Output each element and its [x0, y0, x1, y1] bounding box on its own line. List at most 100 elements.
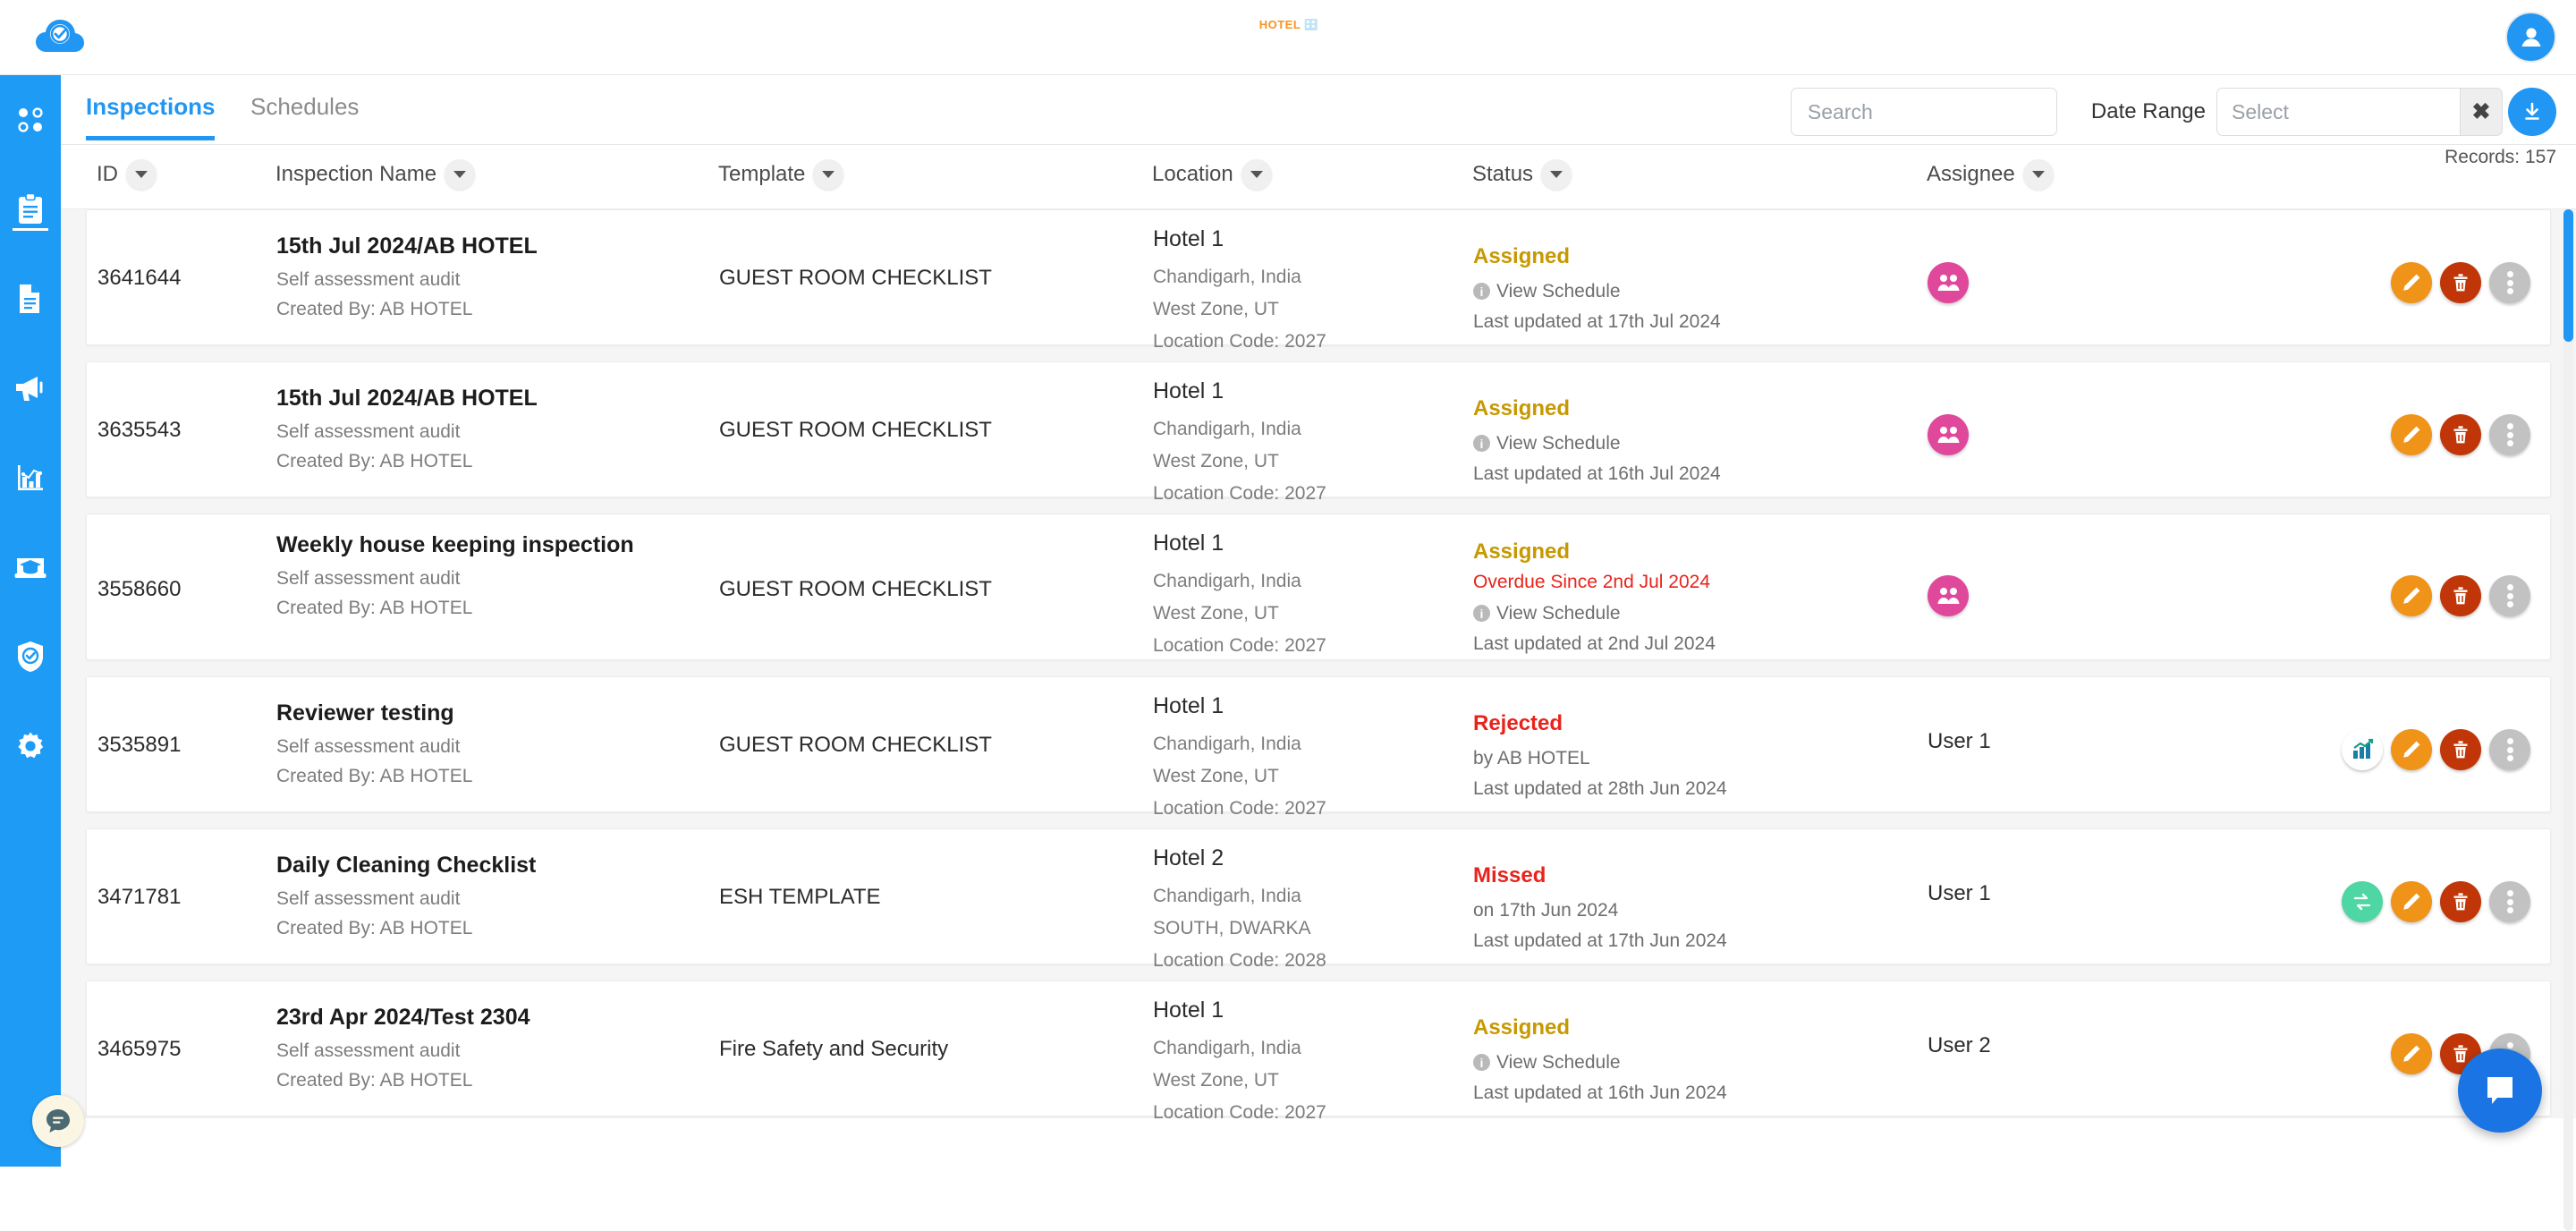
edit-button[interactable] [2391, 729, 2432, 770]
building-icon [1304, 19, 1317, 30]
reassign-button[interactable] [2342, 881, 2383, 922]
date-range-input[interactable] [2216, 88, 2460, 136]
inspection-creator: Created By: AB HOTEL [276, 295, 538, 325]
assignee-name: User 2 [1928, 1033, 1991, 1057]
inspection-type: Self assessment audit [276, 418, 538, 447]
inspection-title: 23rd Apr 2024/Test 2304 [276, 1005, 530, 1031]
info-icon: i [1473, 1054, 1490, 1071]
chevron-down-icon[interactable] [126, 159, 157, 190]
chevron-down-icon[interactable] [445, 159, 475, 190]
edit-button[interactable] [2391, 1033, 2432, 1074]
column-header-id[interactable]: ID [97, 159, 157, 190]
sidebar-item-settings[interactable] [0, 701, 61, 791]
table-row[interactable]: 3558660Weekly house keeping inspectionSe… [86, 514, 2551, 660]
table-row[interactable]: 363554315th Jul 2024/AB HOTELSelf assess… [86, 361, 2551, 497]
chevron-down-icon[interactable] [1541, 159, 1572, 190]
column-header-name[interactable]: Inspection Name [275, 159, 475, 190]
table-row[interactable]: 3471781Daily Cleaning ChecklistSelf asse… [86, 828, 2551, 964]
tab-schedules[interactable]: Schedules [250, 93, 359, 140]
sidebar-item-compliance[interactable] [0, 612, 61, 701]
tab-inspections[interactable]: Inspections [86, 93, 215, 140]
chat-bubble-icon[interactable] [32, 1095, 84, 1147]
assignee-name: User 1 [1928, 881, 1991, 905]
tab-bar: Inspections Schedules Date Range ✖ Recor… [61, 75, 2576, 145]
row-actions [2391, 575, 2530, 616]
edit-button[interactable] [2391, 262, 2432, 303]
location-city: Chandigarh, India [1153, 1032, 1326, 1065]
status-badge: Rejected [1473, 711, 1727, 736]
more-options-button[interactable] [2489, 414, 2530, 455]
location-zone: SOUTH, DWARKA [1153, 913, 1326, 945]
inspection-type: Self assessment audit [276, 565, 634, 594]
hotel-logo: HOTEL [1259, 18, 1318, 31]
row-actions [2391, 414, 2530, 455]
edit-button[interactable] [2391, 881, 2432, 922]
chevron-down-icon[interactable] [1241, 159, 1272, 190]
sidebar-item-documents[interactable] [0, 254, 61, 344]
gear-icon [15, 731, 46, 761]
download-icon[interactable] [2508, 88, 2556, 136]
view-schedule-link[interactable]: iView Schedule [1473, 1048, 1727, 1078]
cell-inspection-name: 15th Jul 2024/AB HOTELSelf assessment au… [276, 386, 538, 476]
more-options-button[interactable] [2489, 262, 2530, 303]
assignee-group-icon[interactable] [1928, 414, 1969, 455]
cloud-check-icon[interactable] [34, 13, 86, 61]
cell-location: Hotel 1Chandigarh, IndiaWest Zone, UTLoc… [1153, 531, 1326, 662]
table-row[interactable]: 346597523rd Apr 2024/Test 2304Self asses… [86, 981, 2551, 1116]
report-button[interactable] [2342, 729, 2383, 770]
inspection-title: Daily Cleaning Checklist [276, 853, 536, 879]
chevron-down-icon[interactable] [813, 159, 843, 190]
edit-button[interactable] [2391, 575, 2432, 616]
more-options-button[interactable] [2489, 729, 2530, 770]
user-avatar-icon[interactable] [2505, 12, 2556, 63]
delete-button[interactable] [2440, 881, 2481, 922]
location-name: Hotel 2 [1153, 845, 1326, 871]
more-options-button[interactable] [2489, 575, 2530, 616]
delete-button[interactable] [2440, 575, 2481, 616]
assignee-group-icon[interactable] [1928, 262, 1969, 303]
search-input[interactable] [1791, 88, 2057, 136]
row-actions [2342, 729, 2530, 770]
edit-button[interactable] [2391, 414, 2432, 455]
assignee-group-icon[interactable] [1928, 575, 1969, 616]
table-row[interactable]: 3535891Reviewer testingSelf assessment a… [86, 676, 2551, 812]
close-x-icon[interactable]: ✖ [2460, 88, 2503, 136]
view-schedule-link[interactable]: iView Schedule [1473, 599, 1716, 629]
last-updated-text: Last updated at 2nd Jul 2024 [1473, 629, 1716, 659]
column-label-assignee: Assignee [1927, 162, 2015, 187]
sidebar-item-analytics[interactable] [0, 433, 61, 522]
delete-button[interactable] [2440, 414, 2481, 455]
location-city: Chandigarh, India [1153, 880, 1326, 913]
more-options-button[interactable] [2489, 881, 2530, 922]
cell-location: Hotel 1Chandigarh, IndiaWest Zone, UTLoc… [1153, 378, 1326, 510]
column-header-status[interactable]: Status [1472, 159, 1572, 190]
sidebar-item-announcements[interactable] [0, 344, 61, 433]
column-header-template[interactable]: Template [718, 159, 843, 190]
delete-button[interactable] [2440, 729, 2481, 770]
document-icon [16, 283, 45, 315]
column-header-location[interactable]: Location [1152, 159, 1272, 190]
delete-button[interactable] [2440, 262, 2481, 303]
inspection-creator: Created By: AB HOTEL [276, 1066, 530, 1096]
chat-widget-button[interactable] [2458, 1048, 2542, 1133]
vertical-scrollbar[interactable] [2563, 209, 2573, 1231]
status-badge: Assigned [1473, 396, 1721, 421]
last-updated-text: Last updated at 17th Jun 2024 [1473, 926, 1727, 956]
location-name: Hotel 1 [1153, 998, 1326, 1023]
cell-location: Hotel 1Chandigarh, IndiaWest Zone, UTLoc… [1153, 998, 1326, 1118]
sidebar-item-dashboard[interactable] [0, 75, 61, 165]
location-code: Location Code: 2027 [1153, 326, 1326, 358]
scrollbar-thumb[interactable] [2563, 209, 2573, 342]
column-header-assignee[interactable]: Assignee [1927, 159, 2054, 190]
table-row[interactable]: 364164415th Jul 2024/AB HOTELSelf assess… [86, 209, 2551, 345]
chevron-down-icon[interactable] [2023, 159, 2054, 190]
cell-template: GUEST ROOM CHECKLIST [719, 577, 992, 602]
sidebar-item-training[interactable] [0, 522, 61, 612]
inspection-type: Self assessment audit [276, 1037, 530, 1066]
view-schedule-link[interactable]: iView Schedule [1473, 429, 1721, 459]
view-schedule-link[interactable]: iView Schedule [1473, 276, 1721, 307]
cell-status: AssignediView ScheduleLast updated at 16… [1473, 396, 1721, 488]
location-zone: West Zone, UT [1153, 760, 1326, 793]
cell-template: ESH TEMPLATE [719, 885, 881, 910]
sidebar-item-inspections[interactable] [0, 165, 61, 254]
